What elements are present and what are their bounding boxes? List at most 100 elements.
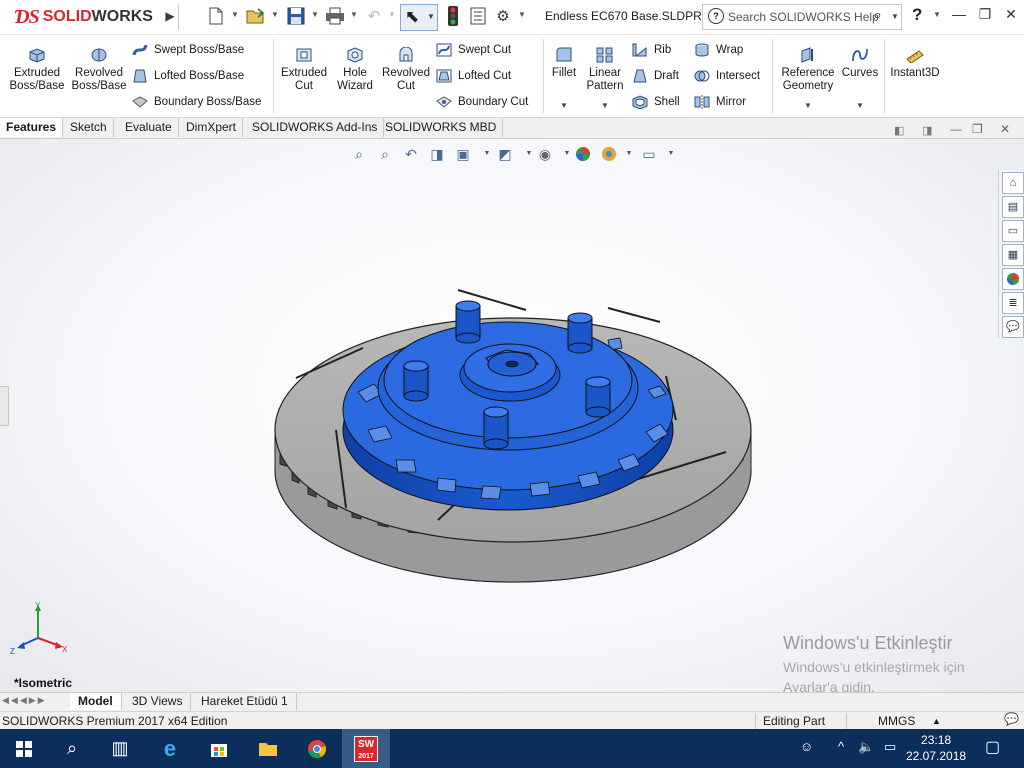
solidworks-logo[interactable]: ƊS SOLIDWORKS [0, 0, 156, 34]
tab-sketch[interactable]: Sketch [64, 118, 114, 137]
chevron-down-icon[interactable]: ▼ [620, 150, 638, 168]
people-icon[interactable]: ☺ [800, 739, 813, 754]
swept-boss-button[interactable]: Swept Boss/Base [132, 43, 244, 57]
previous-view-icon[interactable]: ↶ [402, 146, 420, 164]
edit-appearance-icon[interactable] [574, 146, 592, 164]
mirror-button[interactable]: Mirror [694, 95, 746, 109]
help-button[interactable]: ? [912, 5, 922, 25]
viewport-restore-icon[interactable]: ❐ [972, 122, 983, 136]
tab-model[interactable]: Model [70, 693, 122, 710]
file-properties-icon[interactable] [468, 6, 488, 26]
solidworks-taskbar-icon[interactable]: SW 2017 [342, 729, 390, 768]
volume-icon[interactable]: 🔈 [858, 739, 874, 755]
quick-tips-icon[interactable]: 💬 [1004, 712, 1019, 726]
view-palette-icon[interactable]: ▦ [1002, 244, 1024, 266]
revolved-boss-button[interactable]: Revolved Boss/Base [70, 47, 128, 93]
chevron-down-icon[interactable]: ▼ [311, 10, 319, 22]
brake-disc-model[interactable] [268, 280, 758, 592]
section-view-icon[interactable]: ◨ [428, 146, 446, 164]
file-explorer-icon[interactable] [244, 729, 292, 768]
hole-wizard-button[interactable]: Hole Wizard [332, 47, 378, 93]
view-settings-monitor-icon[interactable]: ▭ [640, 146, 658, 164]
hide-show-items-icon[interactable]: ◉ [536, 146, 554, 164]
chevron-down-icon[interactable]: ▼ [271, 10, 279, 22]
shell-button[interactable]: Shell [632, 95, 680, 109]
apply-scene-icon[interactable] [600, 146, 618, 164]
chevron-down-icon[interactable]: ▼ [891, 12, 899, 21]
tab-3d-views[interactable]: 3D Views [124, 693, 192, 710]
rebuild-traffic-light-icon[interactable] [443, 6, 463, 26]
rib-button[interactable]: Rib [632, 43, 671, 57]
chevron-down-icon[interactable]: ▼ [231, 10, 239, 22]
lofted-cut-button[interactable]: Lofted Cut [436, 69, 511, 83]
zoom-to-fit-icon[interactable]: ⌕ [350, 146, 368, 164]
lofted-boss-button[interactable]: Lofted Boss/Base [132, 69, 244, 83]
action-center-icon[interactable]: ▢ [985, 737, 1000, 757]
chevron-down-icon[interactable]: ▼ [804, 101, 812, 110]
restore-window-icon[interactable]: ❐ [974, 6, 996, 26]
tab-dimxpert[interactable]: DimXpert [180, 118, 244, 137]
select-tool-button[interactable]: ⬉ ▼ [400, 4, 438, 31]
system-clock[interactable]: 23:18 22.07.2018 [906, 732, 966, 764]
display-style-icon[interactable]: ◩ [496, 146, 514, 164]
tab-solidworks-add-ins[interactable]: SOLIDWORKS Add-Ins [246, 118, 385, 137]
network-icon[interactable]: ▭ [884, 739, 896, 755]
chevron-down-icon[interactable]: ▼ [856, 101, 864, 110]
appearances-icon[interactable] [1002, 268, 1024, 290]
minimize-window-icon[interactable]: — [948, 6, 970, 26]
linear-pattern-button[interactable]: Linear Pattern [583, 47, 627, 93]
help-search-input[interactable]: ? Search SOLIDWORKS Help ⌕ ▼ [702, 4, 902, 30]
chevron-down-icon[interactable]: ▼ [662, 150, 680, 168]
viewport-minimize-icon[interactable]: — [950, 122, 962, 136]
fillet-button[interactable]: Fillet [548, 47, 580, 80]
intersect-button[interactable]: Intersect [694, 69, 760, 83]
new-document-icon[interactable] [206, 6, 226, 26]
zoom-to-area-icon[interactable]: ⌕ [376, 146, 394, 164]
chrome-browser-icon[interactable] [293, 729, 341, 768]
instant3d-button[interactable]: Instant3D [888, 47, 942, 80]
tab-motion-study-1[interactable]: Hareket Etüdü 1 [193, 693, 297, 710]
viewport-close-icon[interactable]: ✕ [1000, 122, 1010, 136]
tab-solidworks-mbd[interactable]: SOLIDWORKS MBD [379, 118, 504, 137]
open-folder-icon[interactable] [246, 6, 266, 26]
undo-icon[interactable]: ↶ [364, 6, 384, 26]
chevron-down-icon[interactable]: ▼ [933, 10, 941, 22]
forum-icon[interactable]: 💬 [1002, 316, 1024, 338]
extruded-cut-button[interactable]: Extruded Cut [278, 47, 330, 93]
draft-button[interactable]: Draft [632, 69, 679, 83]
options-gear-icon[interactable]: ⚙ [493, 6, 513, 26]
design-library-icon[interactable]: ▤ [1002, 196, 1024, 218]
boundary-cut-button[interactable]: Boundary Cut [436, 95, 528, 109]
task-view-icon[interactable]: ▥ [96, 729, 144, 768]
chevron-down-icon[interactable]: ▼ [518, 10, 526, 22]
chevron-down-icon[interactable]: ▼ [560, 101, 568, 110]
reference-geometry-button[interactable]: Reference Geometry [778, 47, 838, 93]
wrap-button[interactable]: Wrap [694, 43, 743, 57]
chevron-up-icon[interactable]: ▲ [932, 716, 941, 726]
edge-browser-icon[interactable]: e [146, 729, 194, 768]
viewport-next-icon[interactable]: ◨ [922, 124, 932, 137]
swept-cut-button[interactable]: Swept Cut [436, 43, 511, 57]
revolved-cut-button[interactable]: Revolved Cut [380, 47, 432, 93]
tab-features[interactable]: Features [0, 118, 64, 137]
search-icon[interactable]: ⌕ [873, 7, 882, 25]
unit-system-selector[interactable]: MMGS [878, 714, 915, 728]
print-icon[interactable] [325, 6, 345, 26]
custom-properties-icon[interactable]: ≣ [1002, 292, 1024, 314]
view-orientation-icon[interactable]: ▣ [454, 146, 472, 164]
microsoft-store-icon[interactable] [195, 729, 243, 768]
chevron-down-icon[interactable]: ▼ [388, 10, 396, 22]
tab-evaluate[interactable]: Evaluate [119, 118, 179, 137]
chevron-down-icon[interactable]: ▼ [350, 10, 358, 22]
windows-start-icon[interactable] [0, 729, 48, 768]
save-icon[interactable] [286, 6, 306, 26]
search-icon[interactable]: ⌕ [48, 729, 96, 768]
home-icon[interactable]: ⌂ [1002, 172, 1024, 194]
file-explorer-icon[interactable]: ▭ [1002, 220, 1024, 242]
chevron-down-icon[interactable]: ▼ [601, 101, 609, 110]
viewport-prev-icon[interactable]: ◧ [894, 124, 904, 137]
menu-expand-arrow-icon[interactable]: ▶ [160, 6, 180, 26]
boundary-boss-button[interactable]: Boundary Boss/Base [132, 95, 261, 109]
tab-scroll-arrows-icon[interactable]: ◀◀◀▶▶ [2, 695, 47, 706]
close-window-icon[interactable]: ✕ [1000, 6, 1022, 26]
